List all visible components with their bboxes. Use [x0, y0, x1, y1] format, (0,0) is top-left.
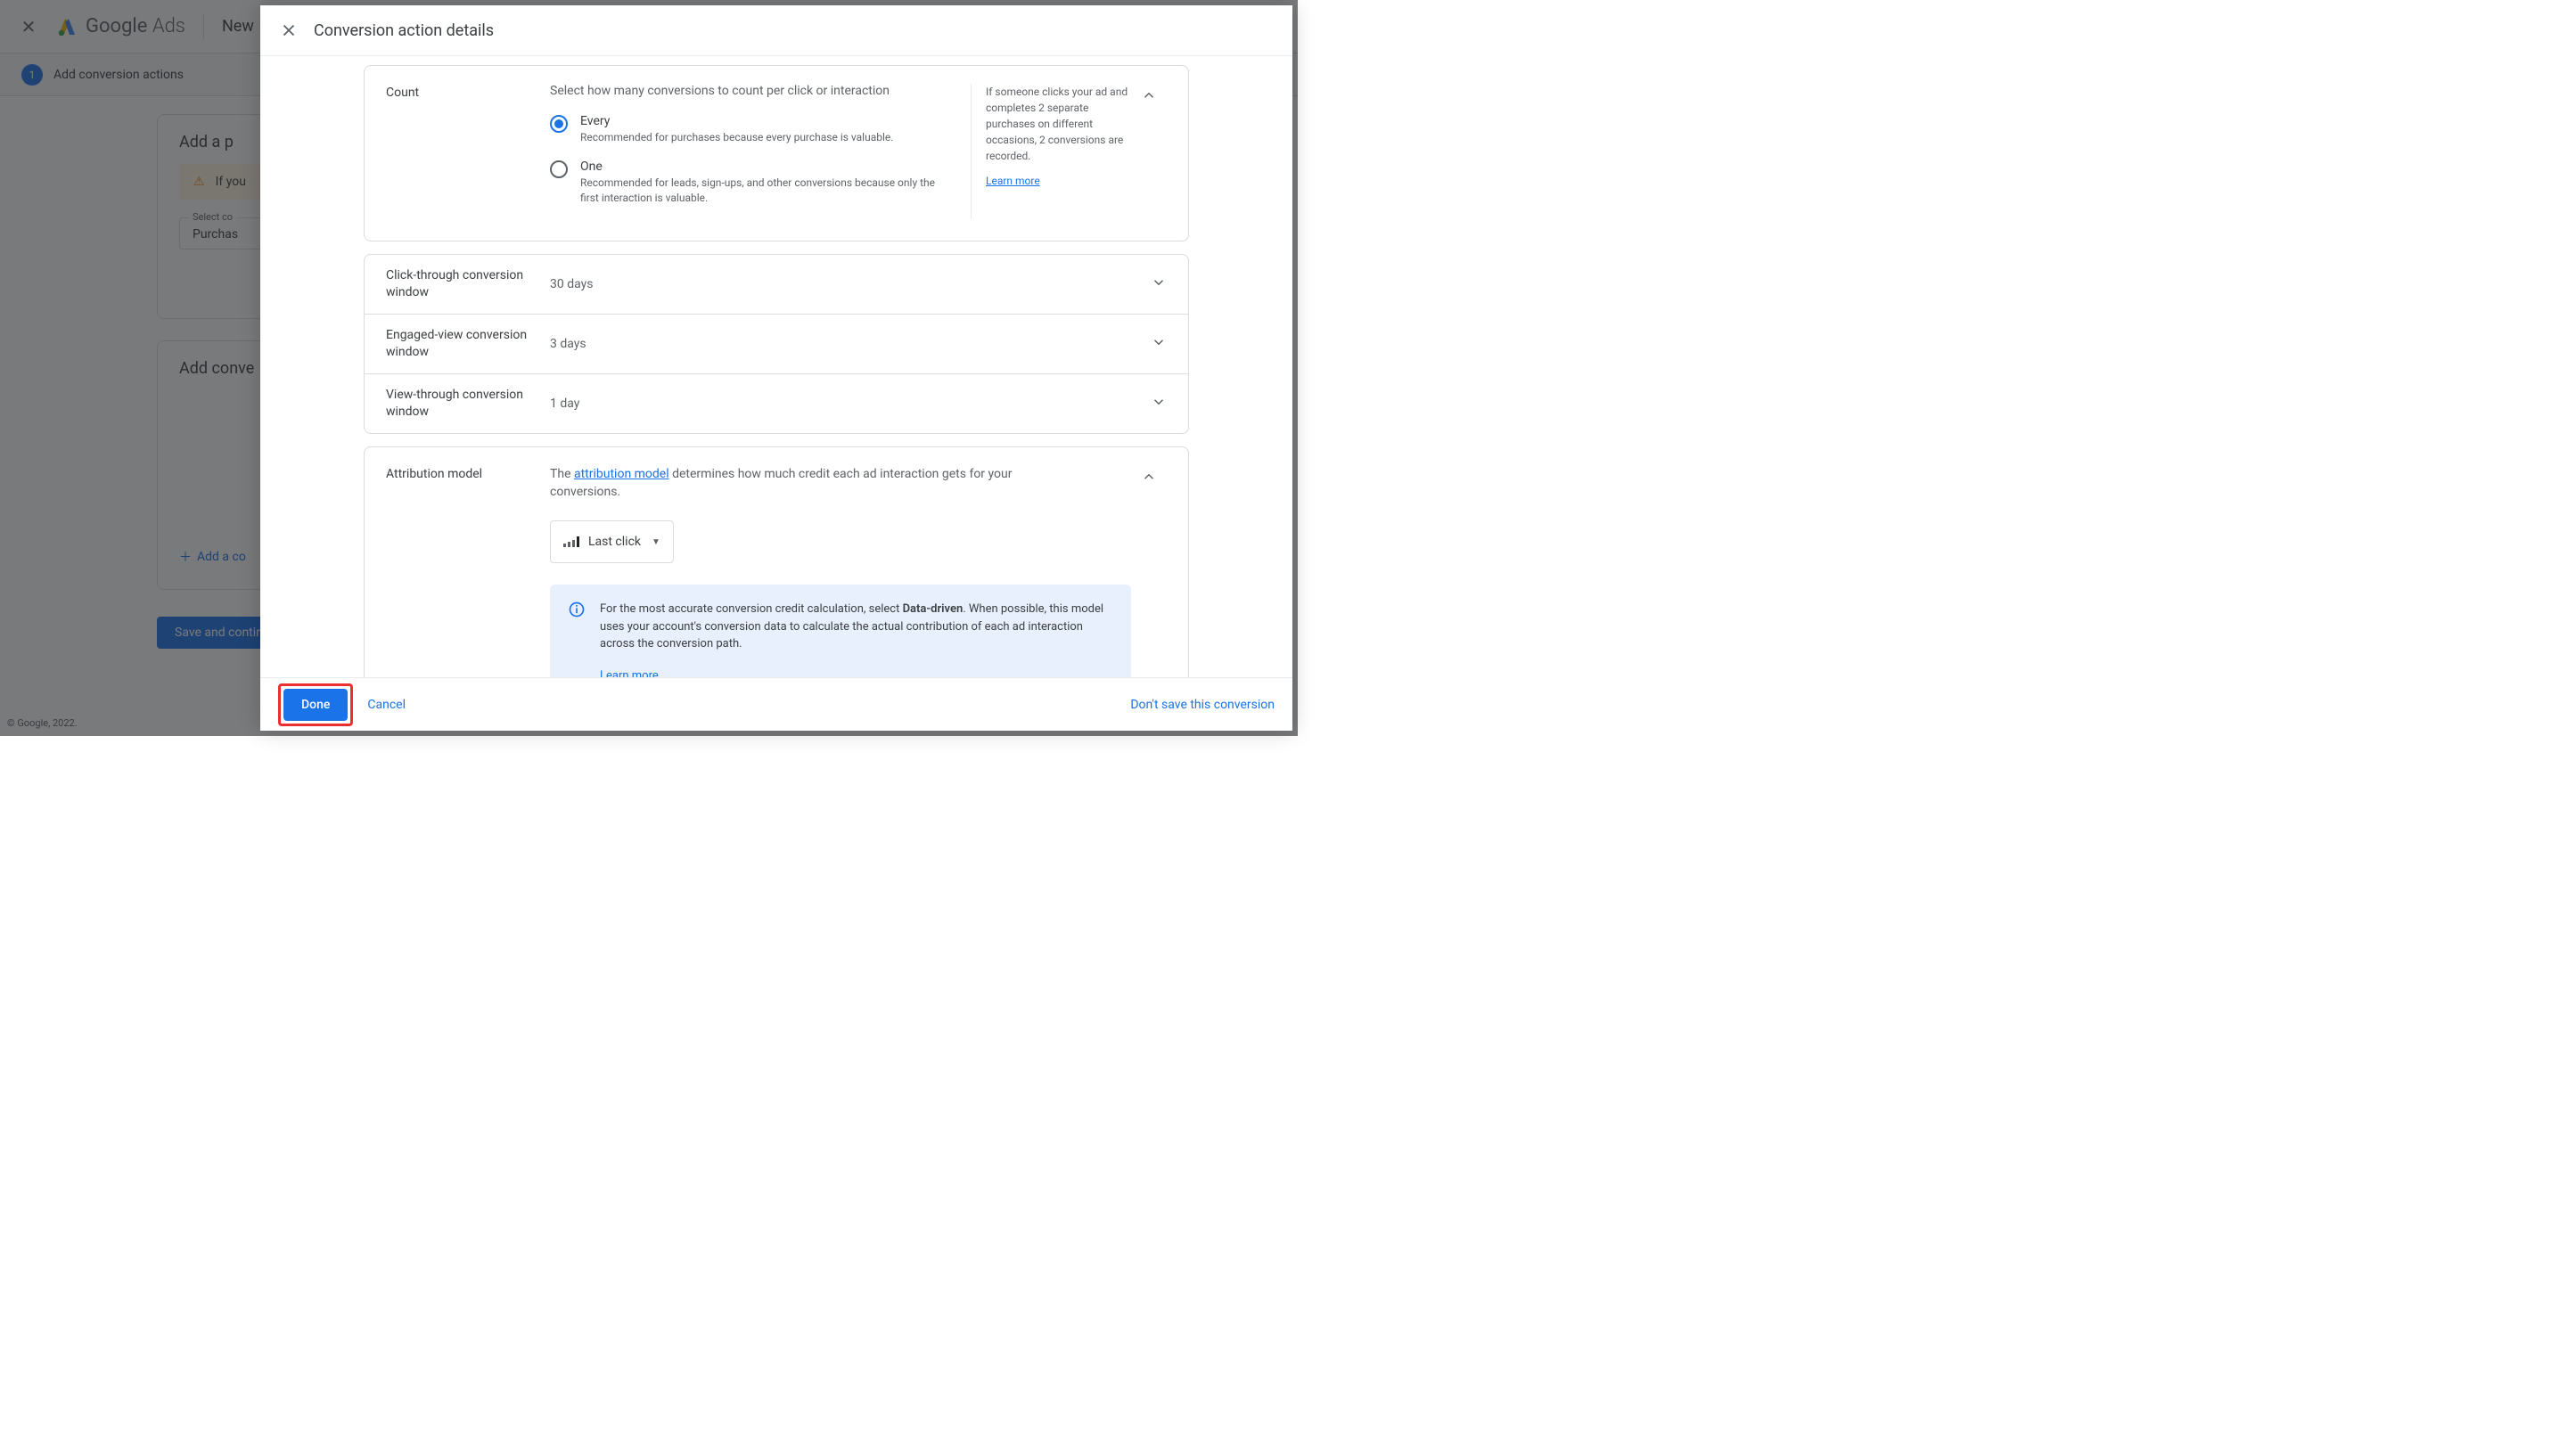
- collapse-button[interactable]: [1131, 84, 1167, 219]
- count-label: Count: [386, 84, 550, 219]
- drawer-footer: Done Cancel Don't save this conversion: [260, 677, 1292, 731]
- attribution-model-select[interactable]: Last click ▼: [550, 520, 674, 563]
- radio-one-label: One: [580, 160, 946, 174]
- engaged-view-row[interactable]: Engaged-view conversion window 3 days: [365, 314, 1188, 373]
- radio-every-desc: Recommended for purchases because every …: [580, 130, 893, 145]
- radio-icon: [550, 160, 568, 178]
- collapse-button[interactable]: [1131, 465, 1167, 677]
- attribution-label: Attribution model: [386, 465, 550, 677]
- cancel-button[interactable]: Cancel: [367, 698, 406, 712]
- chevron-down-icon: [1151, 394, 1167, 413]
- learn-more-link[interactable]: Learn more: [600, 667, 1113, 677]
- drawer-header: Conversion action details: [260, 5, 1292, 55]
- attribution-model-link[interactable]: attribution model: [574, 467, 669, 481]
- select-value: Last click: [588, 535, 641, 549]
- done-button[interactable]: Done: [283, 689, 348, 721]
- row-label: Engaged-view conversion window: [386, 327, 550, 361]
- radio-every-label: Every: [580, 114, 893, 128]
- count-subhead: Select how many conversions to count per…: [550, 84, 956, 98]
- attribution-info-box: For the most accurate conversion credit …: [550, 585, 1131, 677]
- dont-save-link[interactable]: Don't save this conversion: [1130, 698, 1275, 712]
- drawer-title: Conversion action details: [314, 21, 494, 40]
- view-through-row[interactable]: View-through conversion window 1 day: [365, 373, 1188, 433]
- dropdown-caret-icon: ▼: [652, 537, 660, 547]
- radio-every[interactable]: Every Recommended for purchases because …: [550, 114, 956, 145]
- count-help-sidebar: If someone clicks your ad and completes …: [971, 84, 1131, 219]
- conversion-details-drawer: Conversion action details Count Select h…: [260, 5, 1292, 731]
- radio-one-desc: Recommended for leads, sign-ups, and oth…: [580, 176, 946, 206]
- info-icon: [568, 601, 586, 618]
- row-value: 3 days: [550, 337, 1151, 351]
- radio-one[interactable]: One Recommended for leads, sign-ups, and…: [550, 160, 956, 206]
- info-text: For the most accurate conversion credit …: [600, 601, 1113, 677]
- learn-more-link[interactable]: Learn more: [986, 175, 1040, 187]
- chevron-down-icon: [1151, 274, 1167, 294]
- radio-icon: [550, 115, 568, 133]
- conversion-windows-panel: Click-through conversion window 30 days …: [364, 254, 1189, 433]
- row-value: 1 day: [550, 397, 1151, 411]
- chevron-down-icon: [1151, 334, 1167, 354]
- row-label: Click-through conversion window: [386, 267, 550, 301]
- done-button-highlight: Done: [278, 683, 353, 726]
- click-through-row[interactable]: Click-through conversion window 30 days: [365, 255, 1188, 314]
- row-label: View-through conversion window: [386, 387, 550, 421]
- attribution-panel: Attribution model The attribution model …: [364, 446, 1189, 677]
- attribution-description: The attribution model determines how muc…: [550, 465, 1085, 502]
- close-icon[interactable]: [278, 20, 299, 41]
- help-text: If someone clicks your ad and completes …: [986, 84, 1131, 164]
- last-click-icon: [563, 536, 579, 547]
- row-value: 30 days: [550, 277, 1151, 291]
- count-panel: Count Select how many conversions to cou…: [364, 65, 1189, 241]
- drawer-body: Count Select how many conversions to cou…: [260, 56, 1292, 677]
